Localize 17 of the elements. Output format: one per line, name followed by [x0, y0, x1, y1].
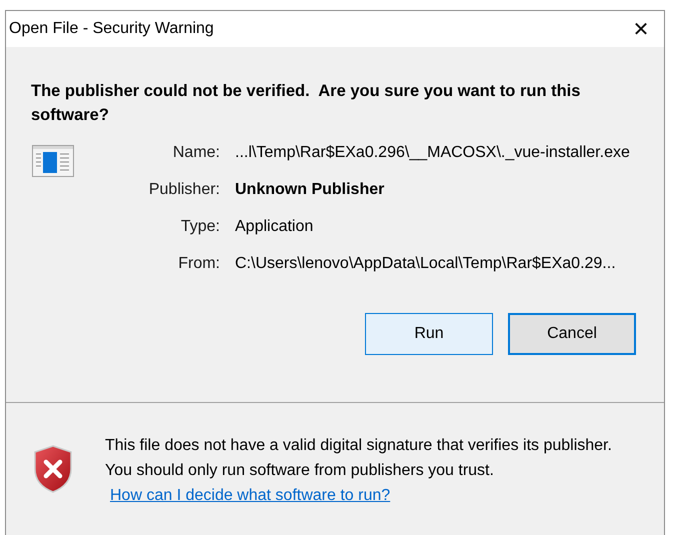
- run-button[interactable]: Run: [365, 313, 493, 355]
- field-value: Unknown Publisher: [235, 180, 386, 200]
- help-link[interactable]: How can I decide what software to run?: [110, 483, 390, 508]
- field-value: ...l\Temp\Rar$EXa0.296\__MACOSX\._vue-installer.exe: [235, 143, 630, 163]
- field-label: From:: [177, 254, 220, 274]
- close-button[interactable]: ✕: [618, 11, 664, 47]
- field-value: Application: [235, 217, 314, 237]
- field-label: Publisher:: [148, 180, 220, 200]
- window-title: Open File - Security Warning: [9, 20, 214, 38]
- field-label: Name:: [172, 143, 220, 163]
- application-window-icon: [32, 145, 74, 177]
- cancel-button[interactable]: Cancel: [508, 313, 636, 355]
- warning-heading: The publisher could not be verified. Are you sure you want to run this software?: [31, 81, 582, 126]
- field-value: C:\Users\lenovo\AppData\Local\Temp\Rar$EXa0.29...: [235, 254, 617, 274]
- warning-message: This file does not have a valid digital signature that verifies its publisher. You should only run software from publishers you trust.: [105, 436, 613, 481]
- error-shield-icon: [33, 445, 73, 493]
- field-label: Type:: [180, 217, 220, 237]
